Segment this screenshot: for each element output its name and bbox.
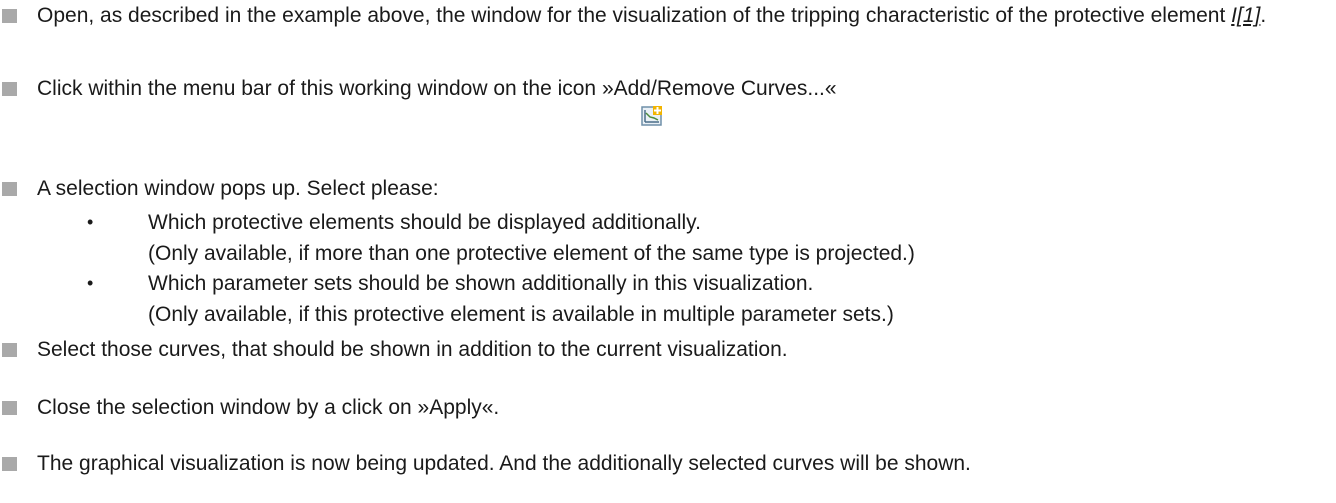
step-text: Click within the menu bar of this workin… xyxy=(37,77,837,100)
square-bullet xyxy=(2,457,17,471)
step-text: The graphical visualization is now being… xyxy=(37,452,971,475)
instruction-page: Open, as described in the example above,… xyxy=(0,0,1336,503)
chart-plus-icon xyxy=(641,106,662,126)
step-text-part: . xyxy=(1260,4,1267,27)
square-bullet xyxy=(2,82,17,96)
square-bullet xyxy=(2,343,17,357)
dot-bullet: • xyxy=(87,273,94,293)
sub-item-parameter-sets: • Which parameter sets should be shown a… xyxy=(0,268,1330,330)
square-bullet xyxy=(2,401,17,415)
step-select-curves: Select those curves, that should be show… xyxy=(0,334,1330,365)
add-remove-curves-icon[interactable] xyxy=(641,105,663,127)
step-text: Select those curves, that should be show… xyxy=(37,338,788,361)
sub-item-line: Which protective elements should be disp… xyxy=(148,211,701,234)
sub-item-line: (Only available, if this protective elem… xyxy=(148,303,894,326)
square-bullet xyxy=(2,182,17,196)
step-open-visualization: Open, as described in the example above,… xyxy=(0,0,1330,31)
sub-item-protective-elements: • Which protective elements should be di… xyxy=(0,207,1330,269)
sub-item-line: Which parameter sets should be shown add… xyxy=(148,272,814,295)
square-bullet xyxy=(2,9,17,23)
step-text-part: Open, as described in the example above,… xyxy=(37,4,1232,27)
step-text: Close the selection window by a click on… xyxy=(37,396,500,419)
step-text: A selection window pops up. Select pleas… xyxy=(37,177,439,200)
sub-item-line: (Only available, if more than one protec… xyxy=(148,242,915,265)
dot-bullet: • xyxy=(87,212,94,232)
protective-element-link[interactable]: I[1] xyxy=(1231,4,1260,27)
step-click-icon: Click within the menu bar of this workin… xyxy=(0,73,1330,104)
step-close-window: Close the selection window by a click on… xyxy=(0,392,1330,423)
step-text: Open, as described in the example above,… xyxy=(37,0,1330,31)
step-selection-window: A selection window pops up. Select pleas… xyxy=(0,173,1330,204)
step-visualization-updated: The graphical visualization is now being… xyxy=(0,448,1330,479)
